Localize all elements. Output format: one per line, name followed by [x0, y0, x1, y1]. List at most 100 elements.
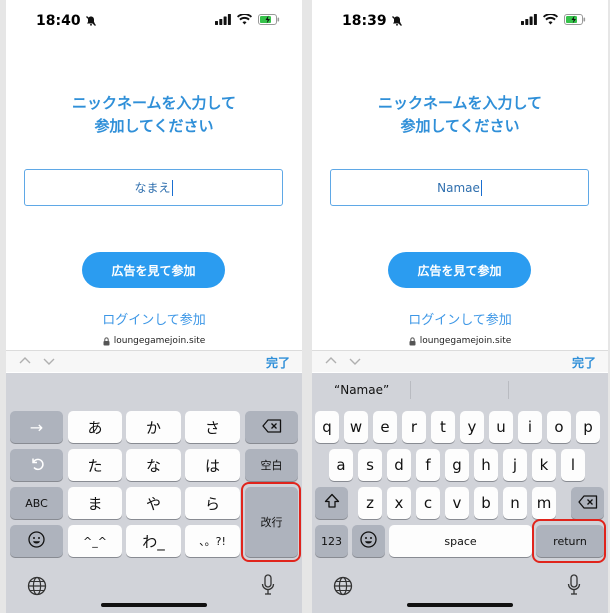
- key-l[interactable]: l: [561, 449, 585, 481]
- nickname-input[interactable]: Namae: [330, 169, 589, 206]
- emoji-key[interactable]: [352, 525, 385, 557]
- nickname-input-value: なまえ: [134, 181, 171, 195]
- backspace-icon: [577, 494, 598, 513]
- text-caret: [171, 179, 173, 196]
- microphone-icon[interactable]: [567, 574, 581, 596]
- chevron-down-icon[interactable]: [42, 355, 56, 367]
- nickname-input[interactable]: なまえ: [24, 169, 283, 206]
- home-indicator: [407, 603, 513, 607]
- key-x[interactable]: x: [387, 487, 411, 519]
- microphone-icon[interactable]: [261, 574, 275, 596]
- phone-screen-left: 18:40 ニックネームを入力して 参加してください なまえ 広告を見て参加 ロ…: [6, 0, 302, 613]
- key-b[interactable]: b: [474, 487, 498, 519]
- watch-ad-join-button[interactable]: 広告を見て参加: [82, 252, 225, 288]
- url-bar[interactable]: loungegamejoin.site: [312, 334, 608, 348]
- wifi-icon: [543, 14, 558, 25]
- cellular-signal-icon: [521, 14, 537, 25]
- url-text: loungegamejoin.site: [113, 336, 206, 346]
- emoji-icon: [360, 530, 377, 552]
- undo-icon: [29, 455, 45, 475]
- key-kaomoji[interactable]: ^_^: [68, 525, 122, 557]
- done-button[interactable]: 完了: [266, 354, 290, 371]
- key-ya-row[interactable]: や: [126, 487, 181, 519]
- key-f[interactable]: f: [416, 449, 440, 481]
- key-v[interactable]: v: [445, 487, 469, 519]
- key-na-row[interactable]: な: [126, 449, 181, 481]
- return-key-highlight: [532, 519, 606, 563]
- done-button[interactable]: 完了: [572, 354, 596, 371]
- autocomplete-suggestion[interactable]: “Namae”: [334, 383, 389, 397]
- key-n[interactable]: n: [503, 487, 527, 519]
- globe-icon[interactable]: [333, 576, 353, 596]
- watch-ad-join-button[interactable]: 広告を見て参加: [388, 252, 531, 288]
- wifi-icon: [237, 14, 252, 25]
- qwerty-keyboard: “Namae” q w e r t y u i o p a s d f g h …: [312, 373, 608, 613]
- key-a-row[interactable]: あ: [68, 411, 122, 443]
- chevron-up-icon[interactable]: [324, 355, 338, 367]
- page-title: ニックネームを入力して 参加してください: [377, 94, 543, 135]
- battery-charging-icon: [564, 14, 586, 25]
- key-q[interactable]: q: [315, 411, 339, 443]
- chevron-up-icon[interactable]: [18, 355, 32, 367]
- key-e[interactable]: e: [373, 411, 397, 443]
- key-ha-row[interactable]: は: [185, 449, 240, 481]
- backspace-icon: [261, 418, 282, 437]
- keyboard-accessory-bar: 完了: [6, 350, 302, 372]
- emoji-key[interactable]: [10, 525, 63, 557]
- next-character-key[interactable]: →: [10, 411, 63, 443]
- chevron-down-icon[interactable]: [348, 355, 362, 367]
- key-ma-row[interactable]: ま: [68, 487, 122, 519]
- key-sa-row[interactable]: さ: [185, 411, 240, 443]
- kana-keyboard: → ABC あ か さ た な は ま や ら ^_^ わ_ 、。?! 空白 改…: [6, 373, 302, 613]
- backspace-key[interactable]: [245, 411, 298, 443]
- status-bar: 18:40: [6, 0, 302, 44]
- url-bar[interactable]: loungegamejoin.site: [6, 334, 302, 348]
- key-z[interactable]: z: [358, 487, 382, 519]
- suggestion-divider: [508, 381, 509, 399]
- space-key[interactable]: space: [389, 525, 532, 557]
- key-y[interactable]: y: [460, 411, 484, 443]
- shift-icon: [324, 493, 340, 513]
- lock-icon: [409, 336, 416, 346]
- lock-icon: [103, 336, 110, 346]
- home-indicator: [101, 603, 207, 607]
- key-d[interactable]: d: [387, 449, 411, 481]
- key-punctuation[interactable]: 、。?!: [185, 525, 240, 557]
- status-time: 18:39: [342, 13, 387, 29]
- key-a[interactable]: a: [329, 449, 353, 481]
- numbers-key[interactable]: 123: [315, 525, 348, 557]
- abc-mode-key[interactable]: ABC: [10, 487, 63, 519]
- key-p[interactable]: p: [576, 411, 600, 443]
- key-s[interactable]: s: [358, 449, 382, 481]
- key-h[interactable]: h: [474, 449, 498, 481]
- key-g[interactable]: g: [445, 449, 469, 481]
- backspace-key[interactable]: [571, 487, 604, 519]
- status-bar: 18:39: [312, 0, 608, 44]
- key-k[interactable]: k: [532, 449, 556, 481]
- key-wa-row[interactable]: わ_: [126, 525, 181, 557]
- space-key[interactable]: 空白: [245, 449, 298, 481]
- key-ra-row[interactable]: ら: [185, 487, 240, 519]
- key-ta-row[interactable]: た: [68, 449, 122, 481]
- login-join-link[interactable]: ログインして参加: [6, 309, 302, 328]
- key-w[interactable]: w: [344, 411, 368, 443]
- key-i[interactable]: i: [518, 411, 542, 443]
- undo-key[interactable]: [10, 449, 63, 481]
- key-j[interactable]: j: [503, 449, 527, 481]
- page-title: ニックネームを入力して 参加してください: [71, 94, 237, 135]
- key-u[interactable]: u: [489, 411, 513, 443]
- globe-icon[interactable]: [27, 576, 47, 596]
- key-c[interactable]: c: [416, 487, 440, 519]
- key-r[interactable]: r: [402, 411, 426, 443]
- key-t[interactable]: t: [431, 411, 455, 443]
- key-m[interactable]: m: [532, 487, 556, 519]
- status-time: 18:40: [36, 13, 81, 29]
- shift-key[interactable]: [315, 487, 348, 519]
- key-ka-row[interactable]: か: [126, 411, 181, 443]
- text-caret: [480, 179, 482, 196]
- bell-slash-icon: [391, 15, 403, 27]
- keyboard-accessory-bar: 完了: [312, 350, 608, 372]
- login-join-link[interactable]: ログインして参加: [312, 309, 608, 328]
- url-text: loungegamejoin.site: [419, 336, 512, 346]
- key-o[interactable]: o: [547, 411, 571, 443]
